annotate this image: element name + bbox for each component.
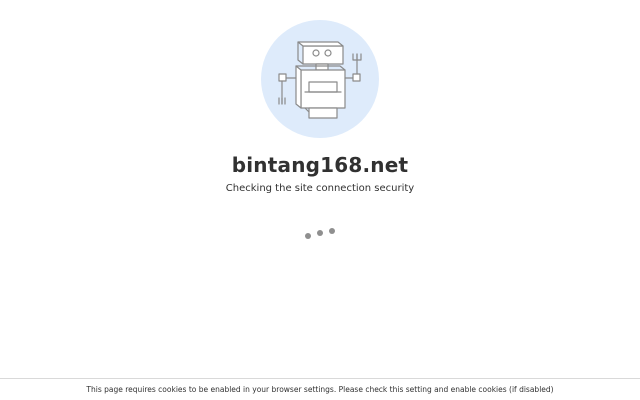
connection-check-message: Checking the site connection security	[225, 183, 415, 194]
site-name-heading: bintang168.net	[231, 153, 409, 177]
robot-icon	[278, 41, 362, 119]
challenge-page: bintang168.net Checking the site connect…	[0, 0, 640, 400]
cookie-notice-footer: This page requires cookies to be enabled…	[0, 378, 640, 400]
robot-illustration	[261, 20, 379, 138]
loading-dot	[329, 228, 335, 234]
loading-dots-icon	[300, 224, 340, 240]
cookie-notice-text: This page requires cookies to be enabled…	[86, 385, 554, 394]
loading-dot	[305, 233, 311, 239]
loading-dot	[317, 230, 323, 236]
